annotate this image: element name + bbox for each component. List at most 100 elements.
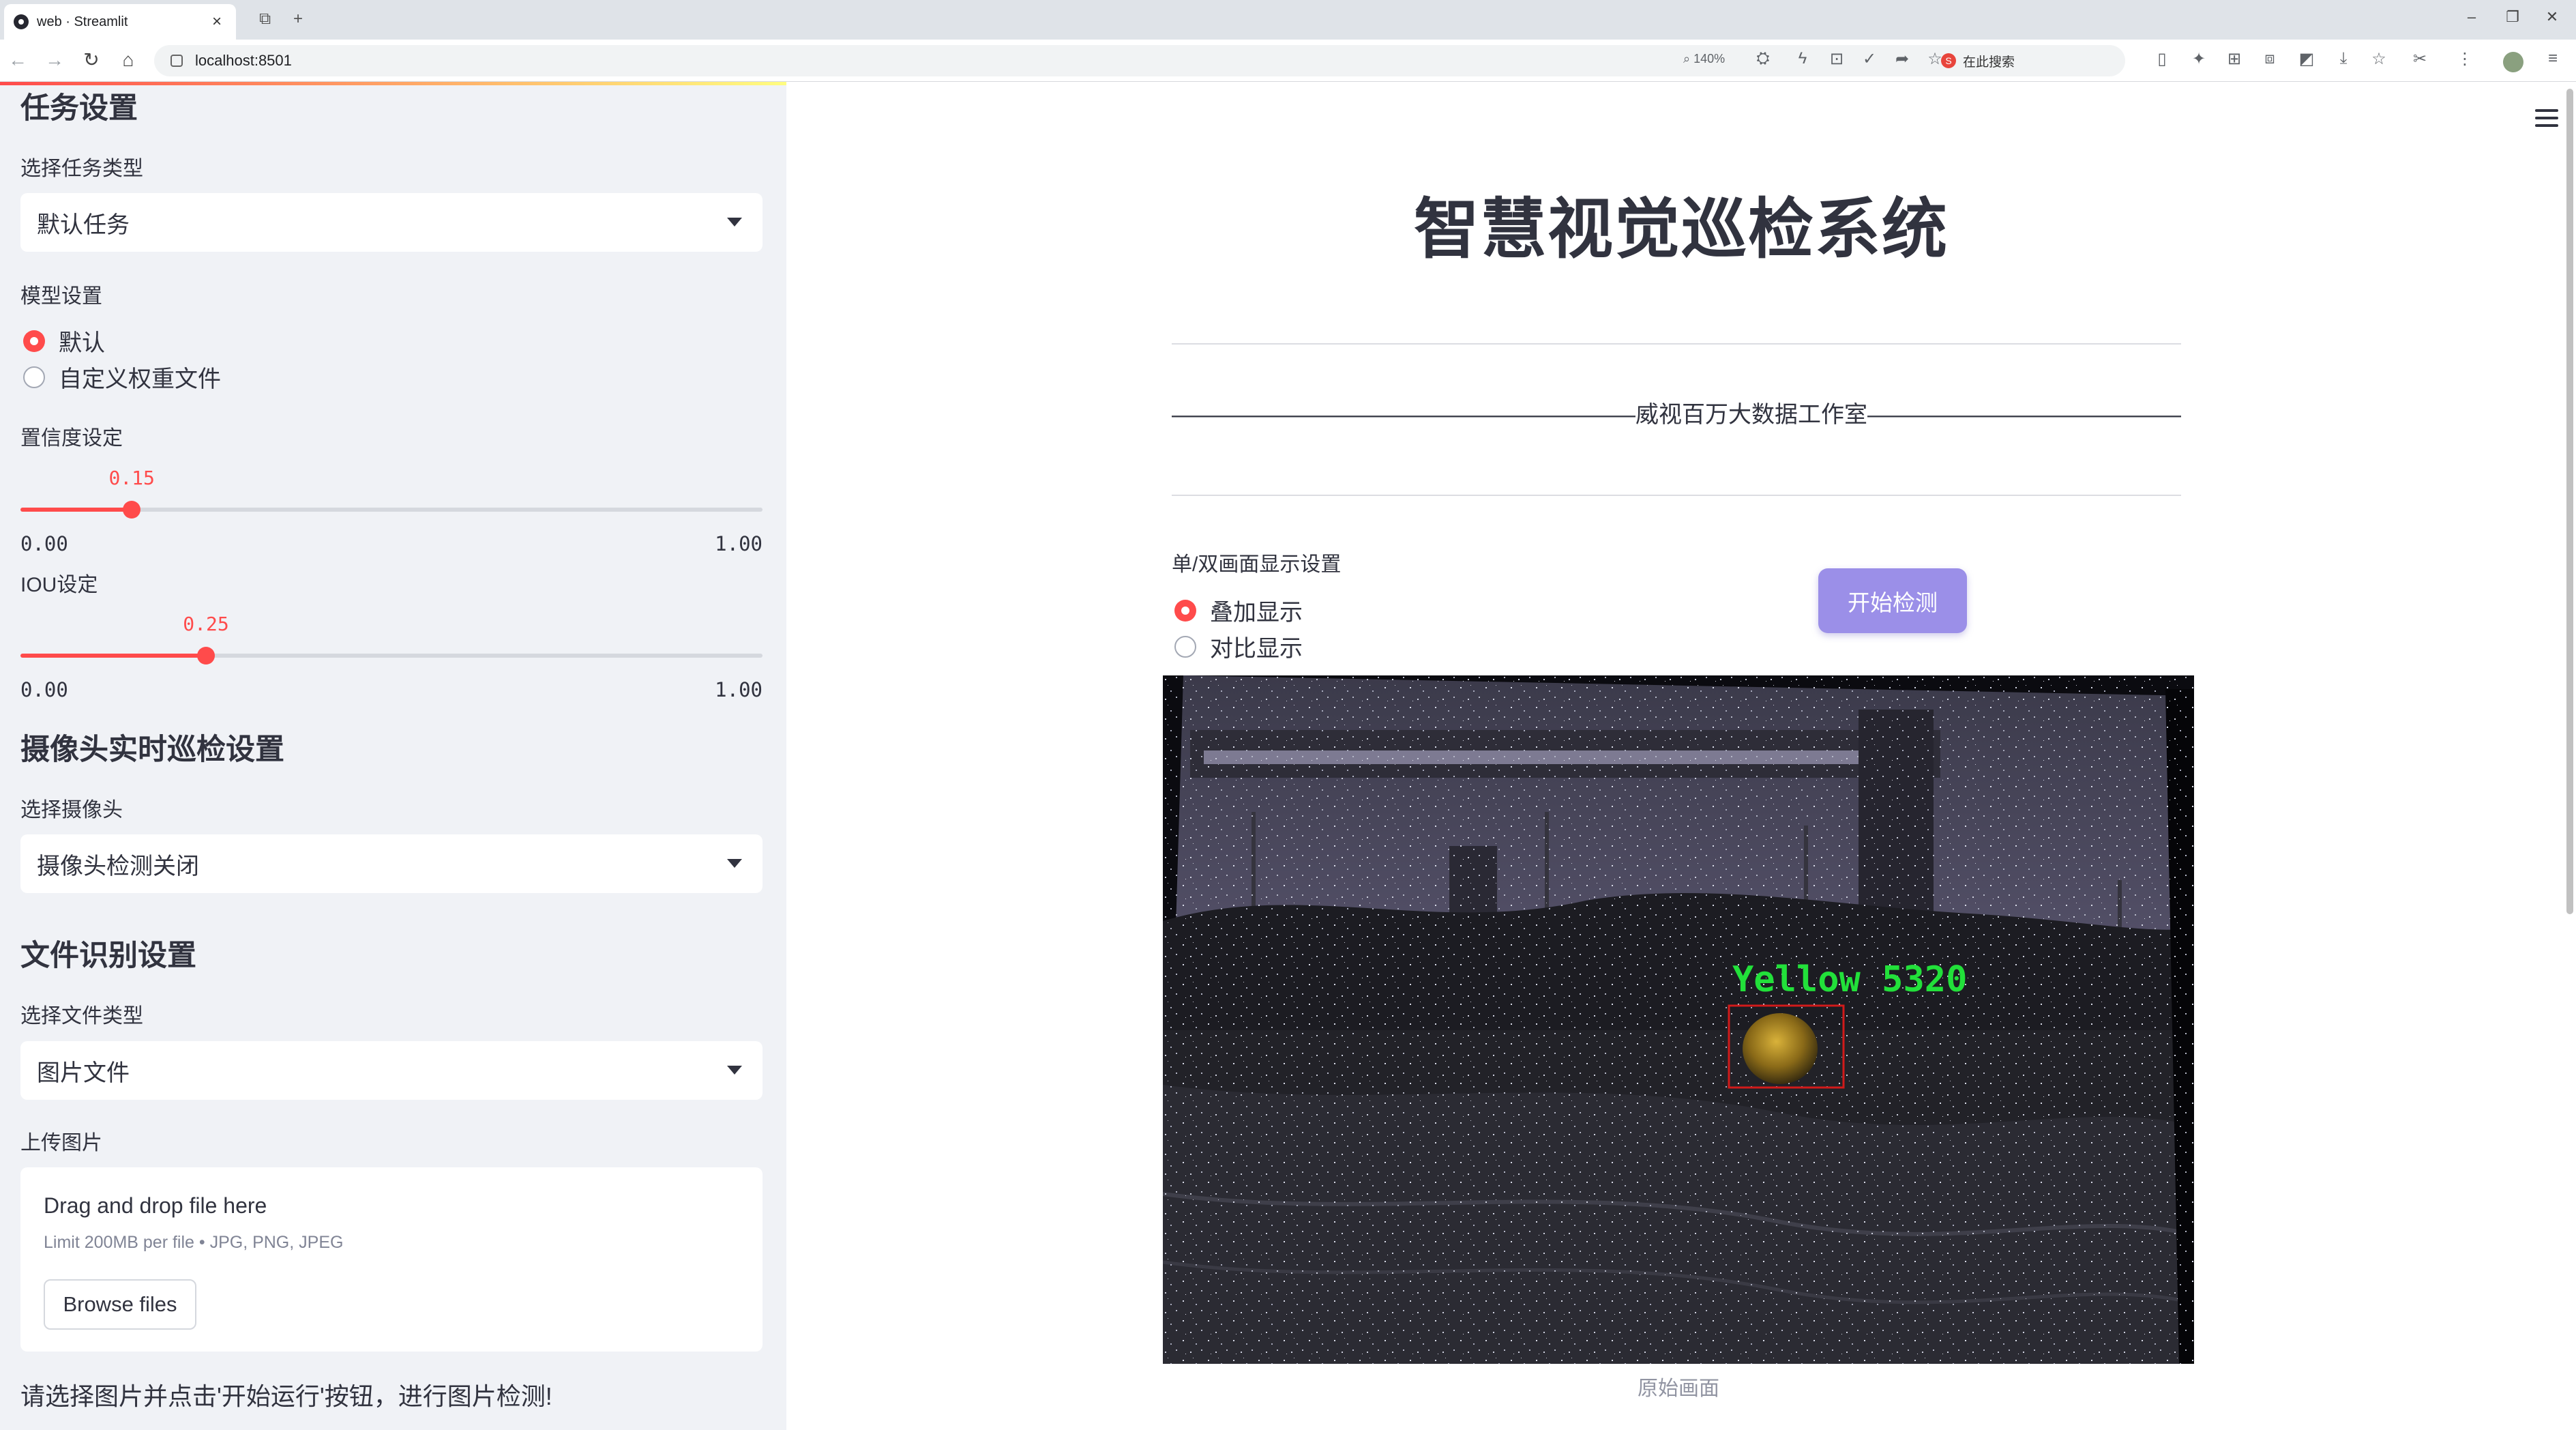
reading-icon[interactable]: ▯ — [2150, 49, 2174, 69]
new-tab-icon[interactable]: + — [293, 10, 303, 29]
reload-icon[interactable]: ↻ — [79, 49, 104, 71]
model-option-default[interactable]: 默认 — [23, 324, 105, 358]
task-type-label: 选择任务类型 — [20, 158, 143, 180]
browse-files-button[interactable]: Browse files — [44, 1279, 196, 1330]
favorites-icon[interactable]: ☆ — [2367, 49, 2390, 69]
more-icon[interactable]: ⋮ — [2453, 49, 2476, 69]
browser-search-box[interactable]: S 在此搜索 — [1941, 49, 2146, 72]
camera-label: 选择摄像头 — [20, 799, 123, 821]
upload-label: 上传图片 — [20, 1132, 102, 1154]
radio-selected-icon[interactable] — [1174, 599, 1196, 622]
tab-list-icon[interactable]: ⧉ — [259, 10, 271, 29]
tab-title: web · Streamlit — [37, 14, 128, 29]
camera-select[interactable]: 摄像头检测关闭 — [20, 834, 763, 893]
studio-subtitle: ————————————————————威视百万大数据工作室——————————… — [1172, 402, 2181, 428]
share-icon[interactable]: ➦ — [1891, 49, 1914, 69]
confidence-slider[interactable]: 0.15 0.00 1.00 — [20, 454, 763, 555]
cut-tool-icon[interactable]: ✂ — [2408, 49, 2431, 69]
main-content: 智慧视觉巡检系统 ————————————————————威视百万大数据工作室—… — [786, 82, 2576, 1430]
translate-icon[interactable]: ⛭ — [1751, 49, 1775, 68]
camera-section-title: 摄像头实时巡检设置 — [20, 733, 284, 766]
main-scrollbar[interactable] — [2564, 82, 2576, 1430]
start-detection-button[interactable]: 开始检测 — [1818, 568, 1967, 633]
divider — [1172, 495, 2181, 496]
model-option-label: 自定义权重文件 — [59, 366, 221, 392]
slider-fill — [20, 508, 132, 512]
buoy-object — [1743, 1013, 1818, 1084]
task-type-value: 默认任务 — [37, 211, 130, 238]
sidebar-footer-note: 请选择图片并点击'开始运行'按钮，进行图片检测! — [20, 1382, 552, 1410]
camera-value: 摄像头检测关闭 — [37, 853, 199, 879]
confidence-min: 0.00 — [20, 532, 68, 555]
iou-value: 0.25 — [183, 613, 229, 635]
dropzone-title: Drag and drop file here — [44, 1193, 267, 1218]
file-section-title: 文件识别设置 — [20, 939, 196, 972]
browser-tab[interactable]: web · Streamlit × — [4, 4, 236, 40]
extension-4-icon[interactable]: ◩ — [2295, 49, 2318, 69]
file-type-select[interactable]: 图片文件 — [20, 1041, 763, 1100]
display-option-label: 对比显示 — [1210, 636, 1303, 662]
slider-thumb[interactable] — [197, 647, 215, 665]
profile-avatar[interactable] — [2503, 52, 2523, 72]
file-dropzone[interactable]: Drag and drop file here Limit 200MB per … — [20, 1167, 763, 1352]
model-option-label: 默认 — [59, 330, 105, 356]
extension-1-icon[interactable]: ✦ — [2187, 49, 2210, 69]
iou-max: 1.00 — [715, 678, 763, 701]
task-type-select[interactable]: 默认任务 — [20, 193, 763, 252]
slider-thumb[interactable] — [123, 501, 141, 519]
display-mode-label: 单/双画面显示设置 — [1172, 553, 1342, 576]
browser-tab-bar: web · Streamlit × ⧉ + – ❐ ✕ — [0, 0, 2576, 40]
detection-label: Yellow 5320 — [1732, 959, 1967, 1000]
display-option-label: 叠加显示 — [1210, 600, 1303, 626]
download-icon[interactable]: ⤓ — [2332, 49, 2355, 68]
url-text: localhost:8501 — [195, 52, 292, 69]
address-bar: ← → ↻ ⌂ localhost:8501 ⌕ 140% ⛭ ϟ ⊡ ✓ ➦ … — [0, 40, 2576, 82]
scene-svg: Yellow 5320 — [1163, 675, 2194, 1364]
slider-fill — [20, 654, 206, 658]
screenshot-icon[interactable]: ⊡ — [1825, 49, 1848, 69]
page-title: 智慧视觉巡检系统 — [1414, 193, 1949, 266]
divider — [1172, 343, 2181, 345]
file-type-label: 选择文件类型 — [20, 1005, 143, 1027]
tab-close-icon[interactable]: × — [207, 12, 226, 31]
lightning-icon[interactable]: ϟ — [1791, 49, 1814, 68]
zoom-indicator[interactable]: ⌕ 140% — [1683, 52, 1725, 66]
streamlit-favicon-icon — [14, 14, 29, 29]
radio-selected-icon[interactable] — [23, 330, 45, 352]
back-icon[interactable]: ← — [5, 49, 30, 71]
confidence-value: 0.15 — [108, 467, 155, 489]
close-window-icon[interactable]: ✕ — [2538, 8, 2566, 26]
confidence-max: 1.00 — [715, 532, 763, 555]
radio-unselected-icon[interactable] — [1174, 635, 1196, 658]
extension-2-icon[interactable]: ⊞ — [2223, 49, 2246, 69]
model-label: 模型设置 — [20, 285, 102, 308]
dropzone-limit: Limit 200MB per file • JPG, PNG, JPEG — [44, 1233, 344, 1252]
chevron-down-icon — [727, 218, 742, 227]
detection-result-image: Yellow 5320 — [1163, 675, 2194, 1364]
check-icon[interactable]: ✓ — [1858, 49, 1881, 69]
chevron-down-icon — [727, 1066, 742, 1075]
confidence-label: 置信度设定 — [20, 427, 123, 450]
home-icon[interactable]: ⌂ — [116, 49, 140, 71]
restore-icon[interactable]: ❐ — [2499, 8, 2526, 26]
minimize-icon[interactable]: – — [2458, 8, 2485, 26]
file-type-value: 图片文件 — [37, 1060, 130, 1086]
image-caption: 原始画面 — [1638, 1377, 1719, 1400]
display-option-overlay[interactable]: 叠加显示 — [1174, 594, 1303, 627]
hamburger-menu-icon[interactable] — [2535, 109, 2558, 132]
search-label: 在此搜索 — [1963, 55, 2015, 70]
menu-icon[interactable]: ≡ — [2541, 49, 2564, 68]
model-option-custom[interactable]: 自定义权重文件 — [23, 360, 221, 394]
forward-icon[interactable]: → — [42, 49, 67, 71]
display-option-compare[interactable]: 对比显示 — [1174, 630, 1303, 663]
site-info-icon[interactable] — [171, 55, 183, 67]
zoom-level: 140% — [1693, 52, 1726, 65]
task-section-title: 任务设置 — [20, 92, 138, 125]
radio-unselected-icon[interactable] — [23, 366, 45, 388]
iou-label: IOU设定 — [20, 574, 98, 596]
extension-3-icon[interactable]: ⧈ — [2258, 49, 2281, 68]
iou-slider[interactable]: 0.25 0.00 1.00 — [20, 600, 763, 701]
sidebar: 任务设置 选择任务类型 默认任务 模型设置 默认 自定义权重文件 置信度设定 0… — [0, 82, 786, 1430]
chevron-down-icon — [727, 859, 742, 868]
iou-min: 0.00 — [20, 678, 68, 701]
